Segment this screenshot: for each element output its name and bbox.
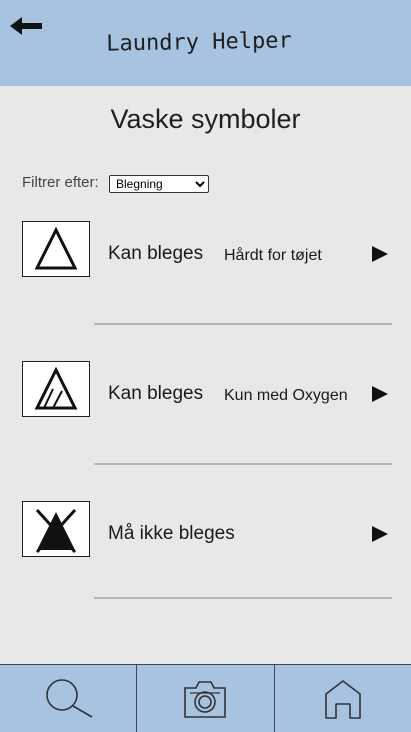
row-divider <box>94 597 392 599</box>
play-arrow-icon <box>372 246 388 262</box>
filter-select[interactable]: Blegning <box>109 175 209 193</box>
bleach-triangle-icon <box>34 226 78 270</box>
nav-home-button[interactable] <box>273 665 411 732</box>
nav-camera-button[interactable] <box>136 665 273 732</box>
row-divider <box>94 323 392 325</box>
play-arrow-icon <box>372 386 388 402</box>
detail-arrow-button[interactable] <box>370 525 390 543</box>
detail-arrow-button[interactable] <box>370 385 390 403</box>
home-icon <box>325 679 361 719</box>
page-title: Vaske symboler <box>110 104 301 134</box>
symbol-row[interactable]: Må ikke bleges <box>0 501 411 641</box>
no-bleach-icon <box>35 508 77 554</box>
app-title: Laundry Helper <box>106 28 292 57</box>
symbol-row[interactable]: Kan bleges Kun med Oxygen <box>0 361 411 501</box>
symbol-box <box>22 361 90 417</box>
symbol-note: Hårdt for tøjet <box>224 247 322 264</box>
symbol-box <box>22 501 90 557</box>
symbol-box <box>22 221 90 277</box>
nav-search-button[interactable] <box>0 665 136 732</box>
symbol-note: Kun med Oxygen <box>224 387 348 404</box>
symbol-label: Må ikke bleges <box>108 523 235 544</box>
app-header: Laundry Helper <box>0 0 411 86</box>
camera-icon <box>184 680 227 718</box>
symbol-label: Kan bleges <box>108 383 204 404</box>
filter-label: Filtrer efter: <box>22 174 99 191</box>
play-arrow-icon <box>372 526 388 542</box>
row-divider <box>94 463 392 465</box>
bottom-nav <box>0 664 411 732</box>
oxygen-bleach-triangle-icon <box>34 366 78 410</box>
search-icon <box>46 678 93 718</box>
symbol-row[interactable]: Kan bleges Hårdt for tøjet <box>0 221 411 361</box>
symbol-label: Kan bleges <box>108 243 204 264</box>
detail-arrow-button[interactable] <box>370 245 390 263</box>
